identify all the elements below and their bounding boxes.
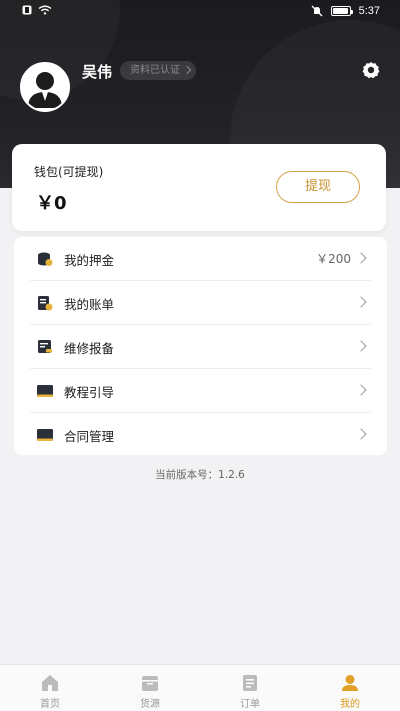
avatar[interactable] xyxy=(20,62,70,112)
chevron-right-icon xyxy=(182,65,192,75)
tab-label: 首页 xyxy=(40,699,60,710)
menu-item-label: 教程引导 xyxy=(64,385,115,400)
chevron-right-icon xyxy=(355,252,367,264)
verified-label: 资料已认证 xyxy=(130,65,180,76)
wallet-balance: ￥0 xyxy=(36,193,67,214)
menu-item-label: 合同管理 xyxy=(64,429,115,444)
goods-icon xyxy=(142,676,158,691)
bottom-tab-bar: 首页 货源 订单 我的 xyxy=(0,664,400,711)
chevron-right-icon xyxy=(355,296,367,308)
chevron-right-icon xyxy=(355,340,367,352)
status-bar: 5:37 xyxy=(0,0,400,24)
tutorial-icon xyxy=(37,385,53,397)
deposit-icon xyxy=(38,252,53,266)
version-text: 当前版本号：1.2.6 xyxy=(155,469,245,481)
mute-icon xyxy=(311,5,323,17)
user-name: 吴伟 xyxy=(82,63,113,81)
menu-item-label: 我的账单 xyxy=(64,297,115,312)
tab-label: 订单 xyxy=(240,699,260,710)
chevron-right-icon xyxy=(355,384,367,396)
menu-item-bills[interactable]: 我的账单 xyxy=(14,281,387,325)
menu-item-contract[interactable]: 合同管理 xyxy=(14,413,387,457)
tab-label: 我的 xyxy=(340,699,360,710)
verified-badge[interactable]: 资料已认证 xyxy=(120,61,196,80)
menu-list: 我的押金 ￥200 我的账单 维修报备 教程引导 合同管理 xyxy=(14,237,387,455)
bill-icon xyxy=(38,296,53,311)
tab-orders[interactable]: 订单 xyxy=(200,665,300,711)
deposit-amount: ￥200 xyxy=(316,252,351,266)
withdraw-button[interactable]: 提现 xyxy=(276,171,360,203)
tab-goods[interactable]: 货源 xyxy=(100,665,200,711)
notification-icon xyxy=(22,5,32,15)
wallet-title: 钱包(可提现) xyxy=(34,165,104,179)
menu-item-tutorial[interactable]: 教程引导 xyxy=(14,369,387,413)
menu-item-label: 维修报备 xyxy=(64,341,115,356)
order-icon xyxy=(243,675,257,691)
menu-item-deposit[interactable]: 我的押金 ￥200 xyxy=(14,237,387,281)
status-time: 5:37 xyxy=(358,5,380,17)
wifi-icon xyxy=(38,5,52,15)
repair-icon xyxy=(38,340,52,353)
menu-item-repair[interactable]: 维修报备 xyxy=(14,325,387,369)
battery-icon xyxy=(330,6,353,16)
tab-home[interactable]: 首页 xyxy=(0,665,100,711)
tab-label: 货源 xyxy=(140,699,160,710)
contract-icon xyxy=(37,429,53,441)
profile-icon xyxy=(342,675,358,691)
home-icon xyxy=(42,675,58,691)
chevron-right-icon xyxy=(355,428,367,440)
settings-icon[interactable] xyxy=(362,61,380,79)
avatar-icon xyxy=(22,64,68,110)
menu-item-label: 我的押金 xyxy=(64,253,115,268)
wallet-card: 钱包(可提现) ￥0 提现 xyxy=(12,144,386,231)
tab-profile[interactable]: 我的 xyxy=(300,665,400,711)
